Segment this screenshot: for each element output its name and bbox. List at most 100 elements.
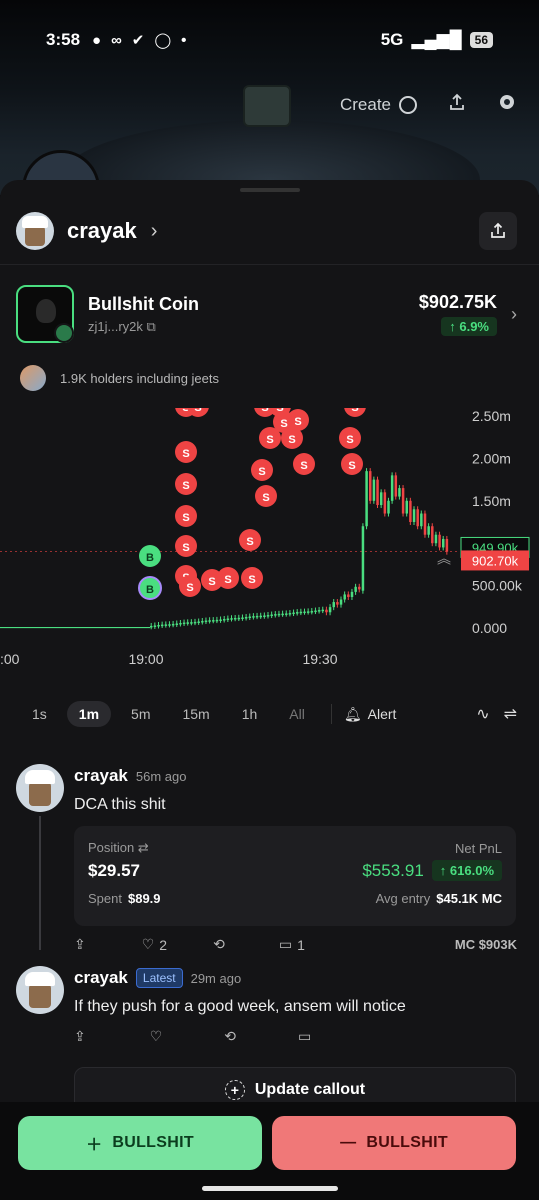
- sell-marker-label: S: [248, 574, 255, 586]
- status-right: 5G ▂▄▆█ 56: [381, 30, 493, 50]
- copy-icon[interactable]: ⧉: [147, 319, 156, 334]
- candle: [285, 613, 288, 615]
- candle: [204, 620, 208, 623]
- candle: [442, 538, 445, 548]
- comment-icon: ▭: [278, 936, 293, 952]
- candle: [263, 615, 266, 617]
- candle: [197, 621, 200, 624]
- pnl-label: Net PnL: [455, 840, 502, 856]
- sell-marker-label: S: [224, 574, 231, 586]
- sheet-handle[interactable]: [240, 188, 300, 192]
- candle: [390, 475, 394, 501]
- candle: [336, 602, 339, 605]
- y-tick-label: 2.00m: [472, 450, 511, 466]
- post-username[interactable]: crayak: [74, 968, 128, 988]
- coin-image: [16, 285, 74, 343]
- candle: [438, 534, 441, 548]
- comment-icon[interactable]: ▭: [298, 1028, 311, 1045]
- latest-badge: Latest: [135, 968, 183, 988]
- candle: [379, 492, 383, 506]
- avatar[interactable]: [16, 966, 64, 1014]
- poo-icon: [36, 299, 56, 323]
- x-tick-label: 19:00: [128, 651, 163, 667]
- sell-marker-label: S: [182, 448, 189, 460]
- timeframe-15m[interactable]: 15m: [170, 701, 221, 727]
- current-price-label: 902.70k: [472, 553, 519, 568]
- sell-marker-label: S: [258, 466, 265, 478]
- candle: [259, 615, 262, 618]
- post-username[interactable]: crayak: [74, 766, 128, 786]
- settings-icon[interactable]: [497, 92, 517, 117]
- like-button[interactable]: ♡ 2: [142, 936, 167, 953]
- repost-icon[interactable]: ⟲: [224, 1028, 236, 1045]
- comment-button[interactable]: ▭ 1: [279, 936, 305, 953]
- status-time: 3:58: [46, 30, 81, 49]
- sell-marker-label: S: [182, 480, 189, 492]
- pnl-value: $553.91: [362, 860, 424, 880]
- bell-icon: 🔔︎: [343, 705, 362, 722]
- divider: [0, 264, 539, 265]
- holders-row[interactable]: 1.9K holders including jeets: [20, 365, 219, 391]
- candle: [369, 471, 372, 501]
- candle: [230, 618, 233, 620]
- status-bar: 3:58 ● ∞ ✔ ◯ • 5G ▂▄▆█ 56: [0, 0, 539, 80]
- coin-row[interactable]: Bullshit Coin zj1j...ry2k ⧉ $902.75K ↑ 6…: [16, 285, 517, 343]
- share-button[interactable]: [479, 212, 517, 250]
- share-icon[interactable]: ⇪: [74, 936, 86, 953]
- buy-button[interactable]: ＋ BULLSHIT: [18, 1116, 262, 1170]
- price-chart[interactable]: 2.50m 2.00m 1.50m 500.00k 0.000:00 19:00 19:30…: [0, 408, 539, 680]
- heart-icon[interactable]: ♡: [150, 1028, 163, 1045]
- upload-icon[interactable]: [447, 92, 467, 117]
- alert-button[interactable]: 🔔︎ Alert: [344, 706, 397, 723]
- user-row[interactable]: crayak ›: [16, 210, 517, 252]
- candle: [292, 612, 295, 615]
- avatar[interactable]: [16, 764, 64, 812]
- heart-icon: ♡: [141, 936, 155, 952]
- candle: [223, 619, 226, 621]
- pill-icon: [54, 323, 74, 343]
- coin-sheet: crayak › Bullshit Coin zj1j...ry2k ⧉ $90…: [0, 180, 539, 1200]
- y-tick-label: 500.00k: [472, 578, 523, 594]
- share-icon[interactable]: ⇪: [74, 1028, 86, 1045]
- sell-marker-label: S: [208, 576, 215, 588]
- timeframe-all[interactable]: All: [277, 701, 317, 727]
- buy-marker-label: B: [146, 552, 154, 564]
- notification-icons: ● ∞ ✔ ◯ •: [92, 31, 186, 50]
- candle: [317, 610, 321, 612]
- share-icon: [491, 222, 505, 238]
- create-button[interactable]: Create: [340, 95, 417, 115]
- coin-address-text: zj1j...ry2k: [88, 318, 143, 334]
- candle: [277, 613, 281, 616]
- timeframe-1m[interactable]: 1m: [66, 701, 112, 727]
- circle-icon: ◯: [154, 32, 172, 49]
- username: crayak: [67, 218, 137, 243]
- candle: [401, 488, 405, 514]
- candle: [314, 610, 317, 613]
- candle: [427, 526, 430, 535]
- post: crayak 56m ago DCA this shit Position ⇄ …: [16, 764, 517, 954]
- repost-icon[interactable]: ⟲: [213, 936, 225, 953]
- banner-tv: [243, 85, 291, 127]
- post-actions: ⇪ ♡ ⟲ ▭: [74, 1028, 517, 1045]
- home-indicator[interactable]: [202, 1186, 338, 1191]
- candle: [241, 617, 244, 619]
- position-card[interactable]: Position ⇄ Net PnL $29.57 $553.91 ↑ 616.…: [74, 826, 516, 926]
- chevron-right-icon: ›: [150, 219, 158, 242]
- candle: [252, 616, 255, 618]
- candle: [409, 500, 412, 522]
- timeframe-5m[interactable]: 5m: [119, 701, 162, 727]
- candle: [306, 611, 310, 613]
- chart-svg[interactable]: 2.50m 2.00m 1.50m 500.00k 0.000:00 19:00 19:30…: [0, 408, 539, 680]
- comment-count: 1: [297, 936, 305, 953]
- spent-label: Spent: [88, 891, 122, 906]
- timeframe-1h[interactable]: 1h: [230, 701, 270, 727]
- line-chart-icon[interactable]: ∿: [476, 704, 489, 724]
- candle: [244, 617, 248, 619]
- timeframe-1s[interactable]: 1s: [20, 701, 59, 727]
- candle: [328, 607, 332, 613]
- candle: [445, 538, 449, 552]
- sell-button[interactable]: — BULLSHIT: [272, 1116, 516, 1170]
- sliders-icon[interactable]: ⇌: [504, 704, 517, 724]
- divider: [330, 704, 332, 724]
- coin-address[interactable]: zj1j...ry2k ⧉: [88, 319, 199, 335]
